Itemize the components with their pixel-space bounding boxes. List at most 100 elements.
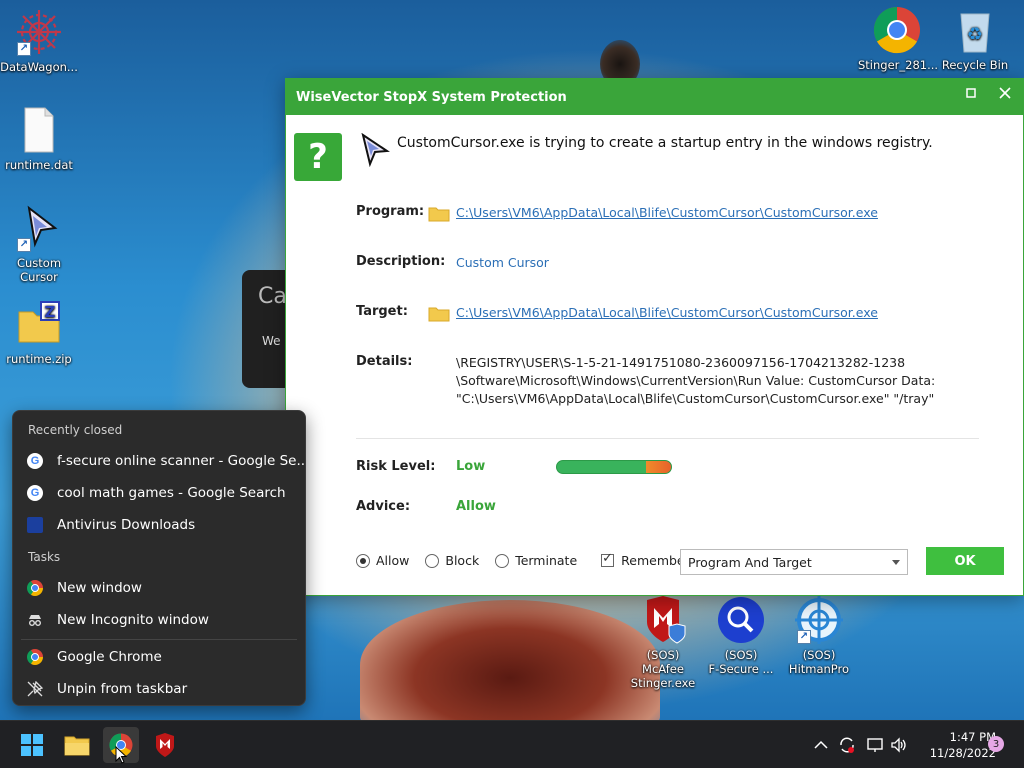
desktop-icon-datawagon[interactable]: ↗ DataWagon... xyxy=(0,8,78,74)
protection-dialog: WiseVector StopX System Protection ? Cus… xyxy=(285,78,1024,596)
mcafee-shield-icon xyxy=(156,733,174,757)
shortcut-arrow-icon: ↗ xyxy=(17,42,31,56)
details-line: "C:\Users\VM6\AppData\Local\Blife\Custom… xyxy=(456,391,935,406)
cursor-app-icon xyxy=(360,132,390,168)
hitmanpro-crosshair-icon: ↗ xyxy=(795,596,843,644)
folder-icon xyxy=(428,306,450,322)
jump-list-item-unpin[interactable]: Unpin from taskbar xyxy=(13,674,305,704)
jump-list-item-label: cool math games - Google Search xyxy=(57,485,286,501)
terminate-radio[interactable]: Terminate xyxy=(495,553,577,568)
notification-badge[interactable]: 3 xyxy=(988,736,1004,752)
radio-indicator xyxy=(495,553,510,568)
maximize-button[interactable] xyxy=(963,84,979,102)
folder-icon xyxy=(428,206,450,222)
desktop-icon-custom-cursor[interactable]: ↗ Custom Cursor xyxy=(0,204,78,284)
zip-folder-icon: Z xyxy=(15,300,63,348)
incognito-icon xyxy=(27,612,43,628)
jump-list-item-label: Google Chrome xyxy=(57,649,162,665)
jump-list-item-open-chrome[interactable]: Google Chrome xyxy=(13,642,305,672)
desktop-icon-recycle-bin[interactable]: ♻ Recycle Bin xyxy=(936,6,1014,72)
clock-date: 11/28/2022 xyxy=(929,746,996,760)
desktop-icon-runtime-zip[interactable]: Z runtime.zip xyxy=(0,300,78,366)
jump-list-item-new-incognito[interactable]: New Incognito window xyxy=(13,605,305,635)
checkbox-indicator xyxy=(601,551,615,567)
details-text: \REGISTRY\USER\S-1-5-21-1491751080-23600… xyxy=(456,354,976,408)
svg-text:Z: Z xyxy=(45,303,56,321)
action-options: Allow Block Terminate Remember xyxy=(356,551,706,568)
jump-list-item-label: New Incognito window xyxy=(57,612,209,628)
desktop-icon-runtime-dat[interactable]: runtime.dat xyxy=(0,106,78,172)
dialog-titlebar[interactable]: WiseVector StopX System Protection xyxy=(286,79,1023,115)
volume-tray[interactable] xyxy=(890,721,908,768)
desktop-icon-stinger[interactable]: Stinger_281... xyxy=(858,6,939,72)
jump-list-item-recent[interactable]: Antivirus Downloads xyxy=(13,510,305,540)
mcafee-taskbar-button[interactable] xyxy=(147,727,183,763)
desktop-icon-label: Custom Cursor xyxy=(16,256,62,284)
target-path-link[interactable]: C:\Users\VM6\AppData\Local\Blife\CustomC… xyxy=(456,305,878,320)
scope-select-value: Program And Target xyxy=(688,555,812,570)
desktop-icon-label: (SOS) McAfee Stinger.exe xyxy=(630,648,696,690)
remember-checkbox[interactable]: Remember xyxy=(601,551,690,568)
desktop-icon-sos-hitmanpro[interactable]: ↗ (SOS) HitmanPro xyxy=(780,596,858,676)
jump-list-item-recent[interactable]: G f-secure online scanner - Google Se... xyxy=(13,446,305,476)
block-radio[interactable]: Block xyxy=(425,553,479,568)
risk-level-value: Low xyxy=(456,459,486,474)
mouse-pointer-icon xyxy=(115,746,127,764)
wallpaper-mouth xyxy=(360,600,660,720)
recently-closed-header: Recently closed xyxy=(28,423,123,437)
desktop-icon-label: runtime.dat xyxy=(5,158,73,172)
cursor-app-icon: ↗ xyxy=(15,204,63,252)
fsecure-scan-icon xyxy=(717,596,765,644)
jump-list-item-recent[interactable]: G cool math games - Google Search xyxy=(13,478,305,508)
antivirus-site-icon xyxy=(27,517,43,533)
network-tray[interactable] xyxy=(866,721,884,768)
jump-list-item-label: f-secure online scanner - Google Se... xyxy=(57,453,305,469)
ok-button[interactable]: OK xyxy=(926,547,1004,575)
show-hidden-icons-button[interactable] xyxy=(814,721,828,768)
shortcut-arrow-icon: ↗ xyxy=(797,630,811,644)
desktop-icon-sos-mcafee[interactable]: (SOS) McAfee Stinger.exe xyxy=(624,596,702,690)
sync-status-tray[interactable] xyxy=(838,721,856,768)
description-value: Custom Cursor xyxy=(456,255,549,270)
jump-list-item-label: Unpin from taskbar xyxy=(57,681,188,697)
close-icon xyxy=(999,87,1011,99)
program-label: Program: xyxy=(356,204,425,219)
alert-headline: CustomCursor.exe is trying to create a s… xyxy=(397,135,933,151)
jump-list-item-label: Antivirus Downloads xyxy=(57,517,196,533)
dialog-title: WiseVector StopX System Protection xyxy=(296,89,567,105)
background-window-text: We xyxy=(262,334,281,348)
file-explorer-button[interactable] xyxy=(59,727,95,763)
details-line: \REGISTRY\USER\S-1-5-21-1491751080-23600… xyxy=(456,355,906,370)
jump-list-divider xyxy=(21,639,297,640)
clock-time: 1:47 PM xyxy=(949,730,996,744)
block-radio-label: Block xyxy=(445,553,480,568)
network-icon xyxy=(867,738,883,752)
risk-level-bar-high-segment xyxy=(645,461,671,473)
desktop-icon-sos-fsecure[interactable]: (SOS) F-Secure ... xyxy=(702,596,780,676)
scope-select[interactable]: Program And Target xyxy=(680,549,908,575)
allow-radio[interactable]: Allow xyxy=(356,553,409,568)
sync-alert-icon xyxy=(840,737,854,753)
program-path-link[interactable]: C:\Users\VM6\AppData\Local\Blife\CustomC… xyxy=(456,205,878,220)
desktop-icon-label: DataWagon... xyxy=(0,60,78,74)
chrome-icon xyxy=(27,649,43,665)
jump-list-item-new-window[interactable]: New window xyxy=(13,573,305,603)
chrome-icon xyxy=(873,6,921,54)
tasks-header: Tasks xyxy=(28,550,61,564)
chevron-down-icon xyxy=(892,560,900,565)
advice-label: Advice: xyxy=(356,499,411,514)
google-icon: G xyxy=(27,485,43,501)
chevron-up-icon xyxy=(814,740,828,749)
chrome-jump-list: Recently closed G f-secure online scanne… xyxy=(12,410,306,706)
folder-icon xyxy=(64,736,90,756)
desktop-icon-label: Stinger_281... xyxy=(858,58,939,72)
description-label: Description: xyxy=(356,254,446,269)
google-icon: G xyxy=(27,453,43,469)
start-button[interactable] xyxy=(14,727,50,763)
taskbar: 1:47 PM 11/28/2022 xyxy=(0,720,1024,768)
taskbar-clock[interactable]: 1:47 PM 11/28/2022 xyxy=(912,729,996,761)
desktop-icon-label: (SOS) F-Secure ... xyxy=(708,648,774,676)
close-button[interactable] xyxy=(997,84,1013,102)
shortcut-arrow-icon: ↗ xyxy=(17,238,31,252)
desktop-icon-label: (SOS) HitmanPro xyxy=(788,648,850,676)
